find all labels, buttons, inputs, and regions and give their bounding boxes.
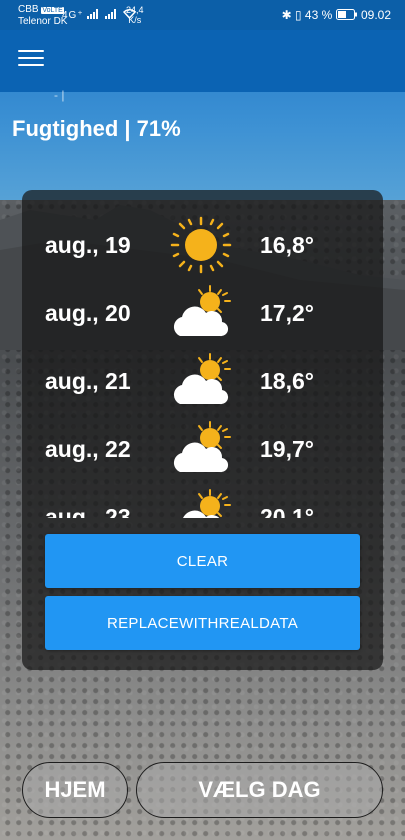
signal-icon-secondary [105,9,117,19]
carrier-name: CBB [18,4,39,15]
forecast-row: aug., 19 16,8° [22,212,383,280]
forecast-date: aug., 22 [45,436,131,462]
partly-cloudy-icon [183,489,231,518]
forecast-row: aug., 23 20,1° [22,484,383,518]
hamburger-menu-icon[interactable] [18,50,44,72]
carrier-name-secondary: Telenor DK [18,16,68,27]
forecast-date: aug., 19 [45,232,131,258]
forecast-temperature: 18,6° [260,368,314,394]
signal-icon [87,9,99,19]
replace-with-real-data-button[interactable]: REPLACEWITHREALDATA [45,596,360,650]
clock: 09.02 [360,8,391,22]
network-indicator: 4G⁺ [62,8,137,21]
partly-cloudy-icon [173,285,231,337]
forecast-row: aug., 22 19,7° [22,416,383,484]
home-button[interactable]: HJEM [22,762,128,818]
bluetooth-icon: ✱ [281,8,292,22]
partly-cloudy-icon [173,421,231,473]
speed-unit: K/s [128,15,142,25]
partly-cloudy-icon [173,353,231,405]
vibrate-icon: ▯ [294,8,302,22]
network-type: 4G⁺ [62,10,84,21]
forecast-date: aug., 21 [45,368,131,394]
forecast-temperature: 20,1° [260,504,314,518]
volte-badge: VoLTE [41,7,64,14]
partial-weather-line: - | [54,88,65,102]
choose-day-button[interactable]: VÆLG DAG [136,762,383,818]
forecast-date: aug., 23 [45,504,131,518]
forecast-temperature: 19,7° [260,436,314,462]
sun-icon [170,216,232,274]
battery-percent: 43 % [304,8,333,22]
status-bar: CBB VoLTE Telenor DK 4G⁺ 24,4 K/s ✱ ▯ 43… [0,0,405,30]
app-bar [0,30,405,92]
battery-icon [335,9,357,20]
status-right-group: ✱ ▯ 43 % 09.02 [282,8,391,22]
speed-value: 24,4 [126,5,144,15]
forecast-temperature: 17,2° [260,300,314,326]
forecast-row: aug., 20 17,2° [22,280,383,348]
forecast-date: aug., 20 [45,300,131,326]
carrier-info: CBB VoLTE Telenor DK [18,4,67,27]
humidity-label: Fugtighed | 71% [12,116,181,141]
forecast-temperature: 16,8° [260,232,314,258]
forecast-list[interactable]: aug., 19 16,8° aug., 20 17,2° aug., 21 1… [22,212,383,518]
network-speed: 24,4 K/s [126,5,144,25]
clear-button[interactable]: CLEAR [45,534,360,588]
forecast-card: aug., 19 16,8° aug., 20 17,2° aug., 21 1… [22,190,383,670]
forecast-row: aug., 21 18,6° [22,348,383,416]
